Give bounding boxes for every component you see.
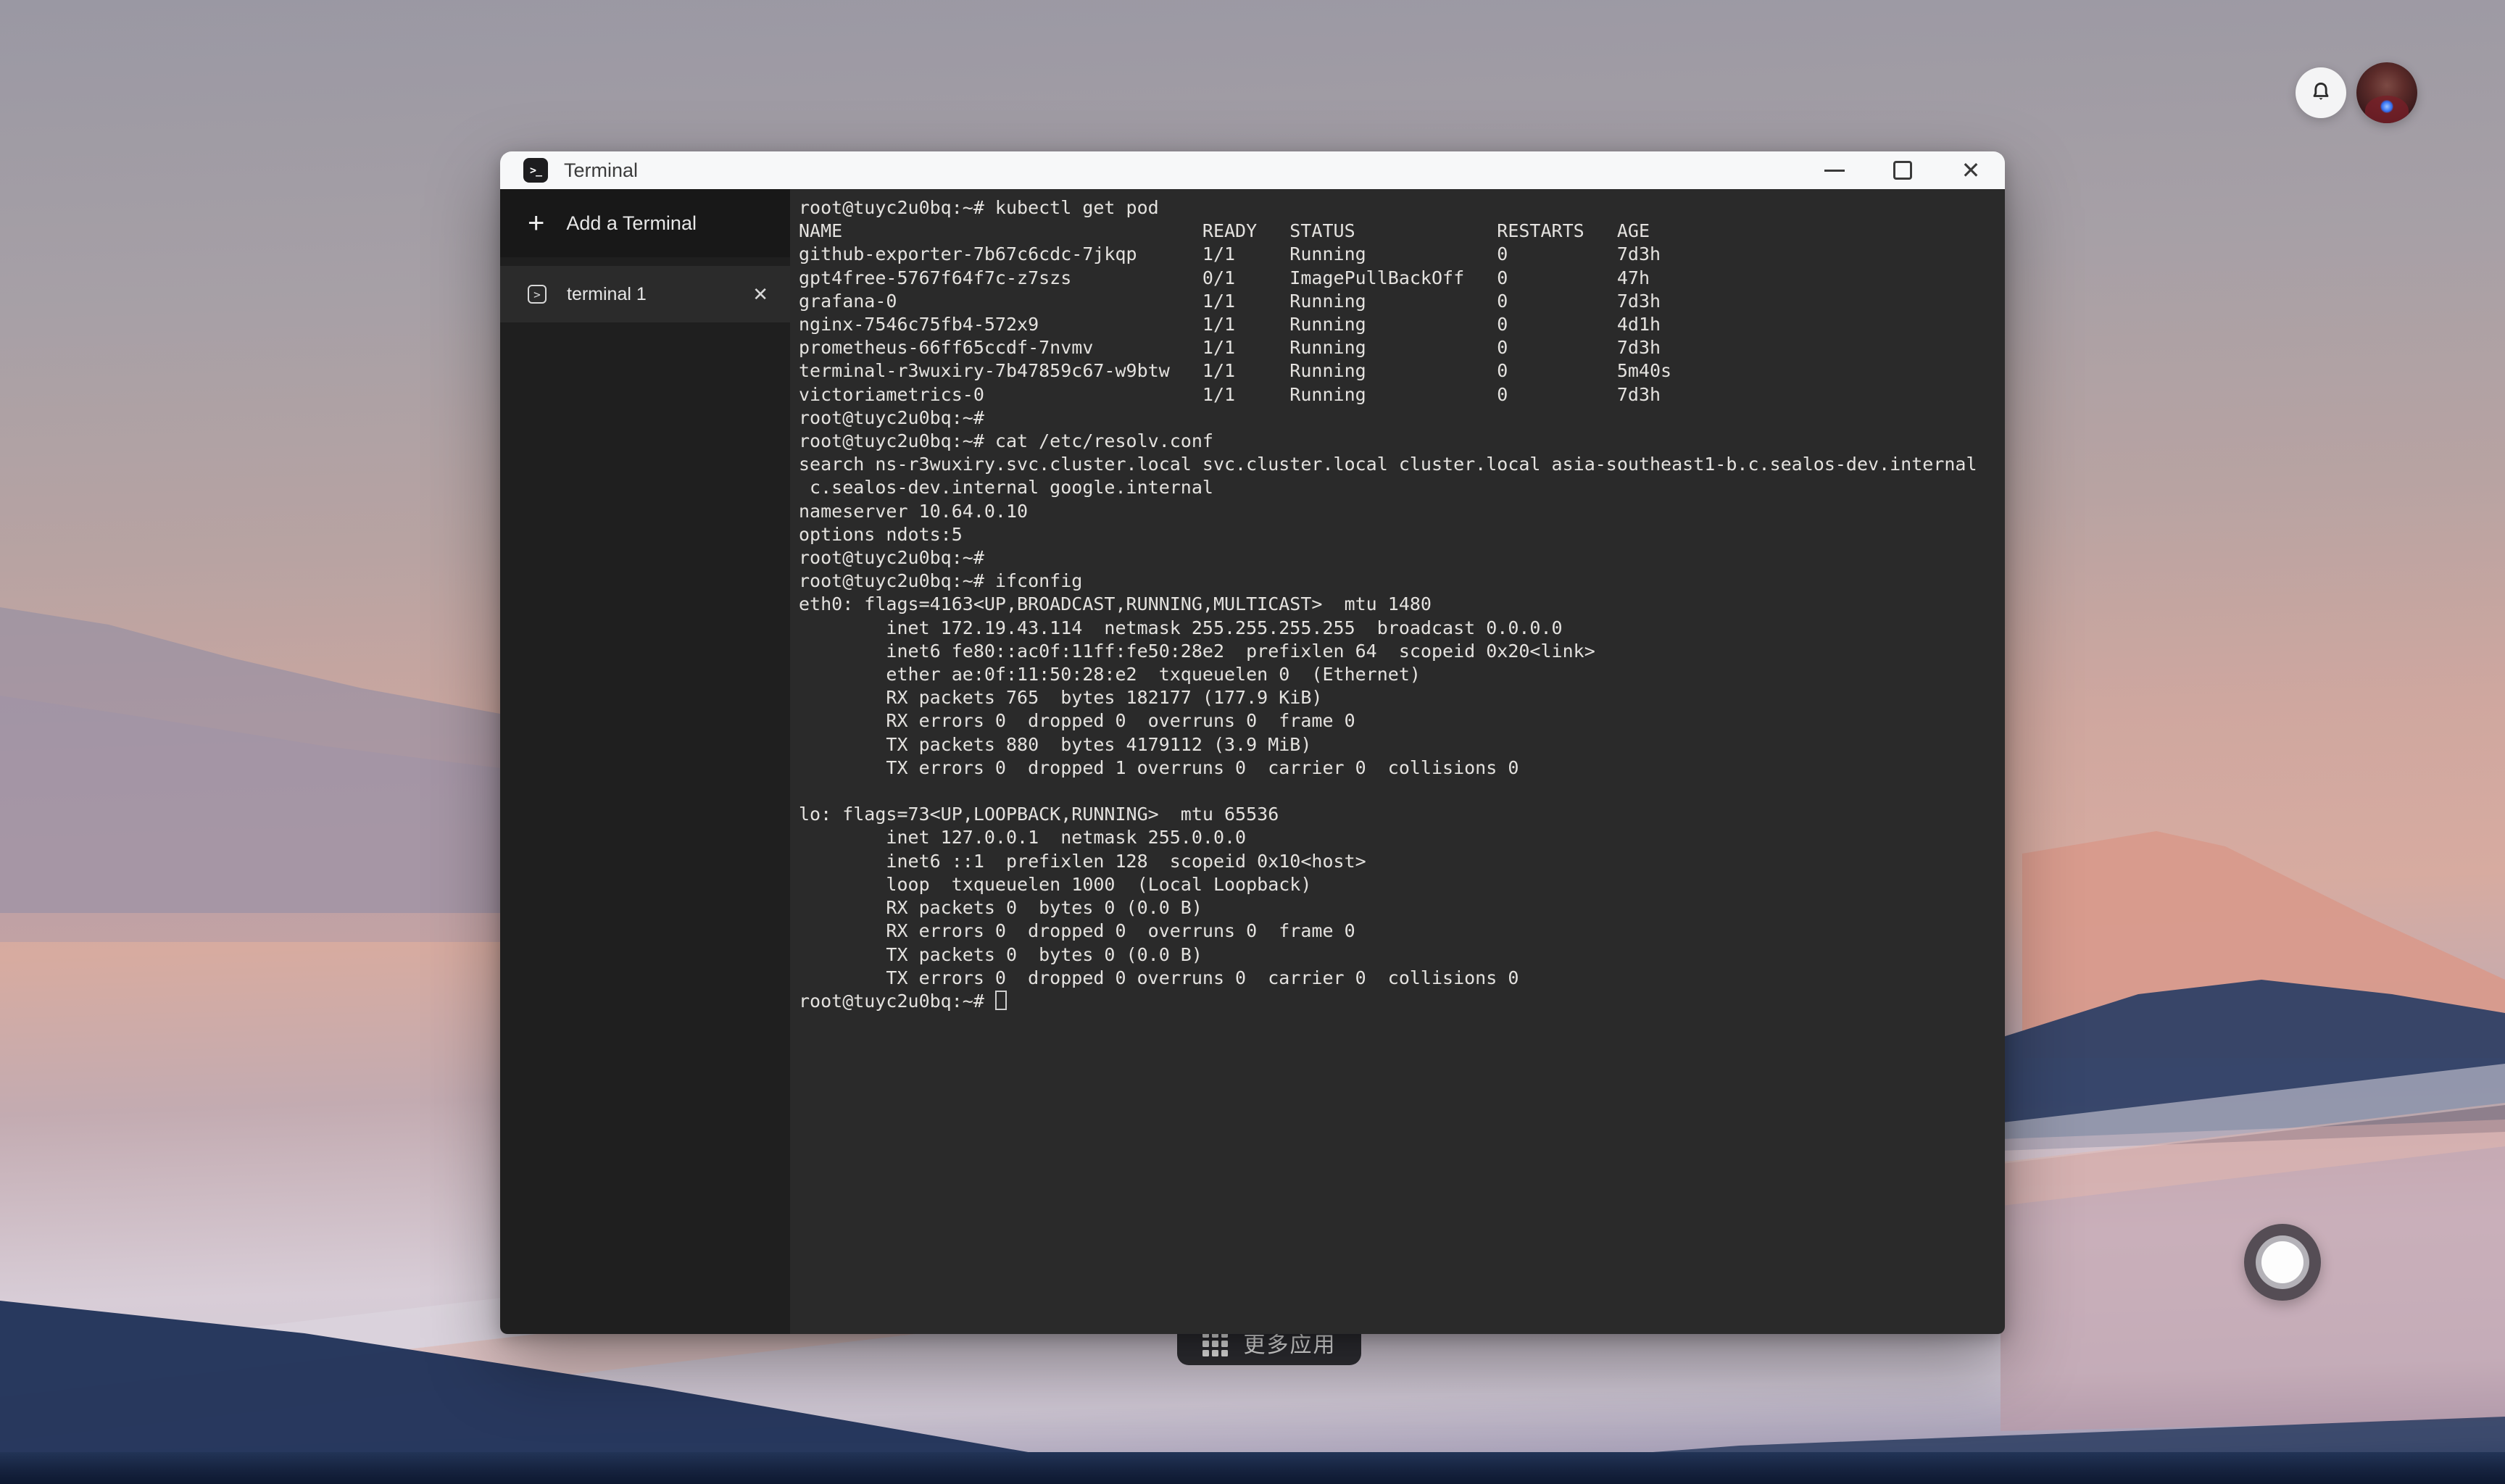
wallpaper-bottom-strip: [0, 1452, 2505, 1484]
window-title: Terminal: [564, 159, 638, 182]
bell-icon: [2308, 80, 2334, 106]
terminal-output-pane[interactable]: root@tuyc2u0bq:~# kubectl get pod NAME R…: [790, 189, 2005, 1334]
close-tab-icon[interactable]: ✕: [752, 283, 768, 306]
add-terminal-button[interactable]: + Add a Terminal: [500, 189, 790, 257]
terminal-prompt-line: root@tuyc2u0bq:~#: [799, 990, 2005, 1013]
maximize-button[interactable]: [1869, 151, 1937, 189]
terminal-tab-label: terminal 1: [567, 284, 647, 305]
assistive-ball-core: [2261, 1241, 2303, 1283]
window-titlebar[interactable]: >_ Terminal ✕: [500, 151, 2005, 189]
plus-icon: +: [528, 209, 544, 238]
terminal-cursor: [995, 991, 1007, 1010]
terminal-output: root@tuyc2u0bq:~# kubectl get pod NAME R…: [799, 196, 2005, 990]
avatar-glow: [2380, 100, 2393, 113]
user-avatar[interactable]: [2356, 62, 2417, 123]
maximize-icon: [1893, 161, 1912, 180]
assistive-ball-ring: [2256, 1235, 2309, 1289]
minimize-icon: [1824, 170, 1845, 172]
terminal-window: >_ Terminal ✕ + Add a Terminal > termina…: [500, 151, 2005, 1334]
terminal-app-icon: >_: [523, 158, 548, 183]
assistive-ball-button[interactable]: [2244, 1224, 2321, 1301]
window-controls: ✕: [1800, 151, 2005, 189]
sidebar-item-terminal-1[interactable]: > terminal 1 ✕: [500, 266, 790, 322]
notification-bell-button[interactable]: [2296, 67, 2346, 118]
terminal-sidebar: + Add a Terminal > terminal 1 ✕: [500, 189, 790, 1334]
minimize-button[interactable]: [1800, 151, 1869, 189]
close-button[interactable]: ✕: [1937, 151, 2005, 189]
terminal-prompt: root@tuyc2u0bq:~#: [799, 991, 984, 1012]
add-terminal-label: Add a Terminal: [566, 212, 697, 235]
close-icon: ✕: [1961, 159, 1981, 182]
terminal-tab-icon: >: [528, 285, 547, 304]
more-apps-label: 更多应用: [1244, 1335, 1337, 1356]
window-body: + Add a Terminal > terminal 1 ✕ root@tuy…: [500, 189, 2005, 1334]
apps-grid-icon: [1202, 1331, 1228, 1356]
